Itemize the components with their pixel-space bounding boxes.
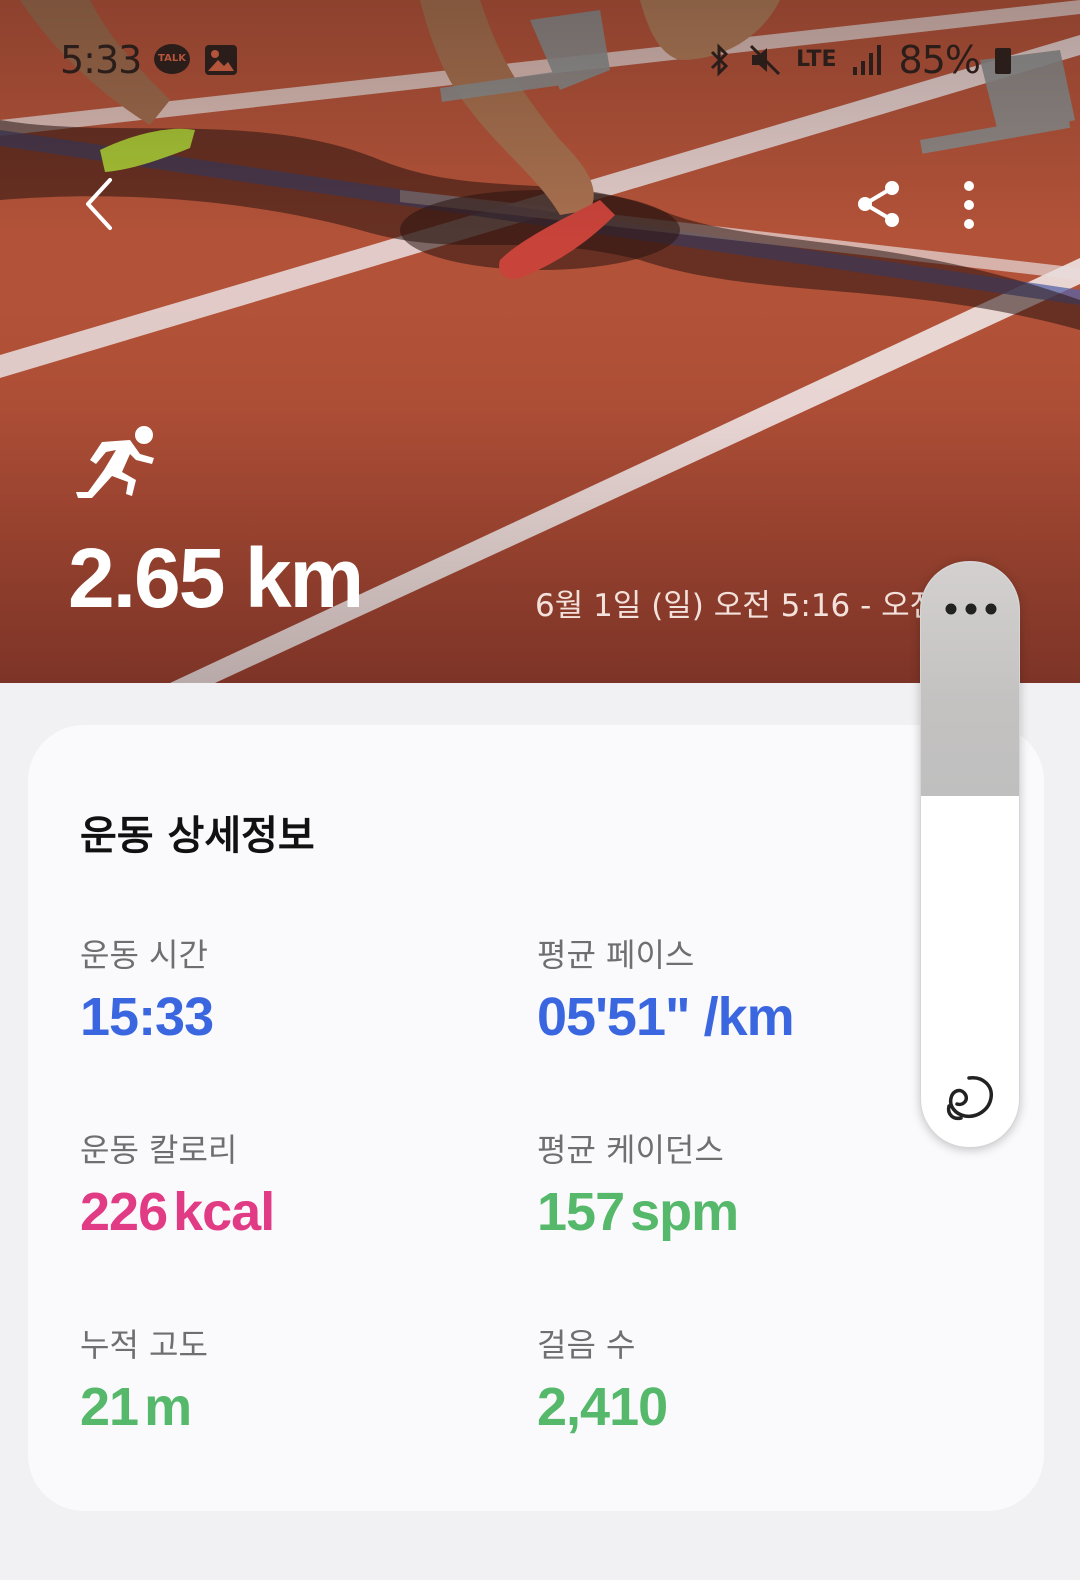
metric-label: 평균 페이스 — [537, 936, 695, 974]
workout-date-range: 6월 1일 (일) 오전 5:16 - 오전 5:33 — [535, 588, 923, 624]
kakaotalk-notification-icon: TALK — [154, 44, 190, 74]
metric-label: 운동 시간 — [80, 936, 208, 974]
battery-icon — [995, 48, 1011, 74]
metric-value: 21 m — [80, 1377, 192, 1437]
metric-steps: 걸음 수 2,410 — [537, 1320, 668, 1438]
metric-label: 누적 고도 — [80, 1326, 208, 1364]
floating-edge-panel[interactable] — [920, 561, 1020, 1148]
status-time: 5:33 — [60, 38, 142, 82]
metric-label: 운동 칼로리 — [80, 1131, 238, 1169]
workout-details-card: 운동 상세정보 운동 시간 15:33 평균 페이스 05'51" /km 운동… — [28, 725, 1044, 1511]
metric-avg-cadence: 평균 케이던스 157 spm — [537, 1125, 739, 1243]
metric-value: 05'51" /km — [537, 987, 795, 1047]
back-chevron-icon[interactable] — [80, 176, 120, 232]
metric-label: 평균 케이던스 — [537, 1131, 724, 1169]
metric-value: 226 kcal — [80, 1182, 275, 1242]
signal-icon — [852, 45, 881, 75]
lte-indicator: LTE — [796, 47, 837, 72]
status-bar: 5:33 TALK LTE 85% — [0, 30, 1080, 90]
card-title: 운동 상세정보 — [80, 813, 315, 859]
distance-value: 2.65 km — [68, 531, 364, 625]
floating-panel-header[interactable] — [921, 562, 1019, 796]
metric-avg-pace: 평균 페이스 05'51" /km — [537, 930, 795, 1048]
running-icon — [76, 426, 154, 498]
metric-duration: 운동 시간 15:33 — [80, 930, 214, 1048]
bluetooth-icon — [711, 43, 729, 77]
metric-value: 2,410 — [537, 1377, 668, 1437]
more-vertical-icon[interactable] — [958, 180, 980, 230]
share-icon[interactable] — [856, 180, 902, 228]
metric-value: 157 spm — [537, 1182, 739, 1242]
metric-value: 15:33 — [80, 987, 214, 1047]
gallery-notification-icon — [205, 45, 237, 75]
mute-icon — [750, 44, 781, 76]
battery-percent: 85% — [898, 38, 981, 82]
metric-calories: 운동 칼로리 226 kcal — [80, 1125, 275, 1243]
bixby-icon[interactable] — [943, 1072, 997, 1124]
metric-elevation-gain: 누적 고도 21 m — [80, 1320, 208, 1438]
metric-label: 걸음 수 — [537, 1326, 636, 1364]
more-horizontal-icon[interactable] — [945, 602, 997, 616]
